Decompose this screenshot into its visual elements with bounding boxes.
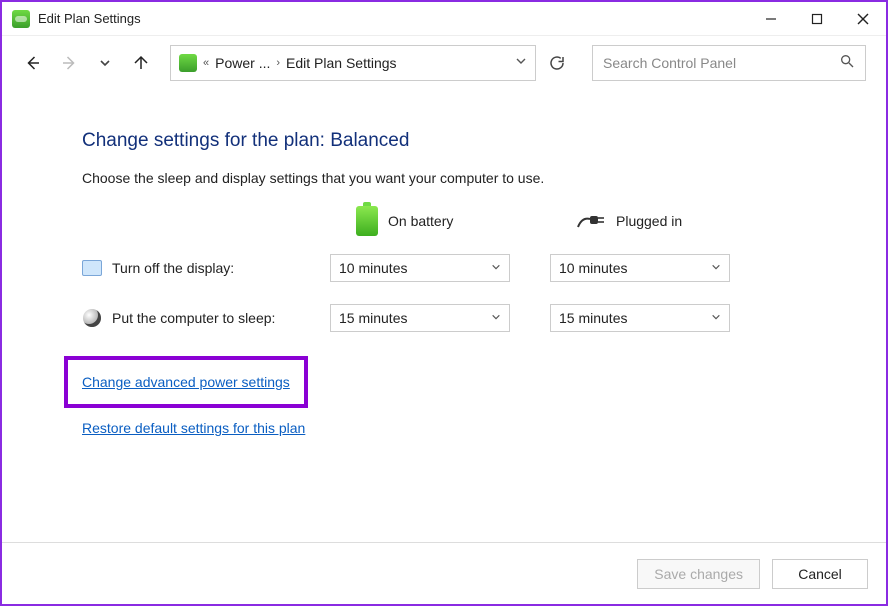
window: Edit Plan Settings « bbox=[0, 0, 888, 606]
window-controls bbox=[748, 3, 886, 35]
nav-bar: « Power ... › Edit Plan Settings Search … bbox=[2, 36, 886, 90]
row-display-label-group: Turn off the display: bbox=[82, 258, 330, 278]
save-button-label: Save changes bbox=[654, 566, 743, 582]
content-area: Change settings for the plan: Balanced C… bbox=[2, 90, 886, 542]
col-header-battery: On battery bbox=[330, 206, 510, 236]
plug-icon bbox=[576, 211, 606, 231]
close-button[interactable] bbox=[840, 3, 886, 35]
footer: Save changes Cancel bbox=[2, 542, 886, 604]
breadcrumb-icon bbox=[179, 54, 197, 72]
chevron-down-icon bbox=[491, 312, 501, 325]
breadcrumb-root-chevrons: « bbox=[203, 57, 209, 69]
col-header-plugged: Plugged in bbox=[550, 211, 730, 231]
row-sleep-label: Put the computer to sleep: bbox=[112, 310, 275, 326]
display-battery-dropdown[interactable]: 10 minutes bbox=[330, 254, 510, 282]
maximize-button[interactable] bbox=[794, 3, 840, 35]
app-icon bbox=[12, 10, 30, 28]
sleep-plugged-value: 15 minutes bbox=[559, 310, 627, 326]
title-bar: Edit Plan Settings bbox=[2, 2, 886, 36]
cancel-button[interactable]: Cancel bbox=[772, 559, 868, 589]
save-button: Save changes bbox=[637, 559, 760, 589]
search-placeholder: Search Control Panel bbox=[603, 55, 736, 71]
moon-icon bbox=[82, 308, 102, 328]
breadcrumb-dropdown-icon[interactable] bbox=[515, 55, 527, 70]
column-headers: On battery Plugged in bbox=[82, 206, 806, 236]
nav-forward-button[interactable] bbox=[58, 52, 80, 74]
restore-defaults-link[interactable]: Restore default settings for this plan bbox=[82, 420, 305, 436]
search-icon bbox=[839, 53, 855, 72]
nav-up-button[interactable] bbox=[130, 52, 152, 74]
display-plugged-dropdown[interactable]: 10 minutes bbox=[550, 254, 730, 282]
refresh-button[interactable] bbox=[546, 52, 568, 74]
breadcrumb-sep-icon: › bbox=[276, 57, 280, 69]
col-header-plugged-label: Plugged in bbox=[616, 213, 682, 229]
breadcrumb-item-1[interactable]: Power ... bbox=[215, 55, 270, 71]
display-plugged-value: 10 minutes bbox=[559, 260, 627, 276]
chevron-down-icon bbox=[711, 312, 721, 325]
sleep-battery-value: 15 minutes bbox=[339, 310, 407, 326]
battery-icon bbox=[356, 206, 378, 236]
row-display-label: Turn off the display: bbox=[112, 260, 234, 276]
display-icon bbox=[82, 258, 102, 278]
cancel-button-label: Cancel bbox=[798, 566, 842, 582]
chevron-down-icon bbox=[711, 262, 721, 275]
row-sleep: Put the computer to sleep: 15 minutes 15… bbox=[82, 304, 806, 332]
page-subtext: Choose the sleep and display settings th… bbox=[82, 170, 806, 186]
col-header-battery-label: On battery bbox=[388, 213, 453, 229]
breadcrumb[interactable]: « Power ... › Edit Plan Settings bbox=[170, 45, 536, 81]
nav-back-button[interactable] bbox=[22, 52, 44, 74]
display-battery-value: 10 minutes bbox=[339, 260, 407, 276]
chevron-down-icon bbox=[491, 262, 501, 275]
row-display: Turn off the display: 10 minutes 10 minu… bbox=[82, 254, 806, 282]
recent-locations-button[interactable] bbox=[94, 52, 116, 74]
window-title: Edit Plan Settings bbox=[38, 11, 141, 26]
links-section: Change advanced power settings Restore d… bbox=[82, 356, 806, 446]
advanced-power-settings-link[interactable]: Change advanced power settings bbox=[64, 356, 308, 408]
breadcrumb-item-2[interactable]: Edit Plan Settings bbox=[286, 55, 397, 71]
page-heading: Change settings for the plan: Balanced bbox=[82, 130, 806, 152]
sleep-battery-dropdown[interactable]: 15 minutes bbox=[330, 304, 510, 332]
sleep-plugged-dropdown[interactable]: 15 minutes bbox=[550, 304, 730, 332]
row-sleep-label-group: Put the computer to sleep: bbox=[82, 308, 330, 328]
search-input[interactable]: Search Control Panel bbox=[592, 45, 866, 81]
minimize-button[interactable] bbox=[748, 3, 794, 35]
